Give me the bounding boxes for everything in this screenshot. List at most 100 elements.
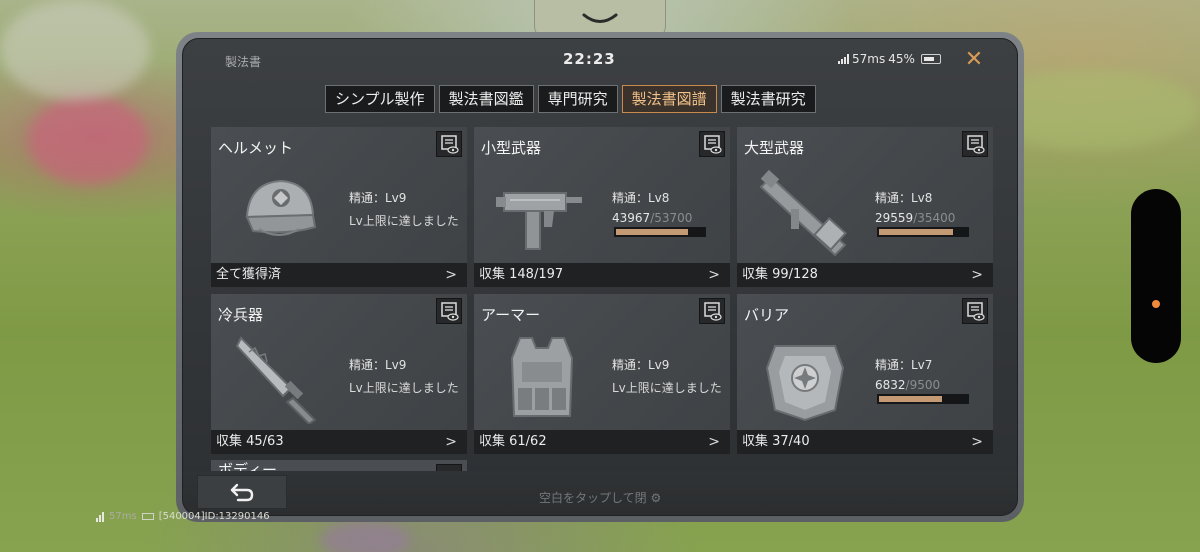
battery-icon [920, 54, 941, 64]
background-flowers [28, 95, 148, 185]
mastery-level: 精通：Lv8 [612, 191, 670, 205]
tab-specialized-research[interactable]: 専門研究 [537, 85, 618, 113]
category-card-small-weapons[interactable]: 小型武器 精通：Lv8 43967/53700 収集 148/197 > [474, 127, 730, 287]
ping-value: 57ms [852, 52, 886, 66]
category-card-helmet[interactable]: ヘルメット 精通：Lv9 Lv上限に達しました 全て獲得済 > [211, 127, 467, 287]
recipe-book-icon[interactable] [962, 298, 988, 324]
xp-current: 43967 [612, 211, 651, 225]
screen-title: 製法書 [225, 55, 262, 69]
chevron-right-icon: > [971, 267, 983, 283]
smg-icon [496, 192, 582, 250]
debug-ping: 57ms [109, 511, 137, 522]
collection-status: 収集 45/63 [216, 434, 284, 449]
tab-recipe-catalog[interactable]: 製法書図譜 [621, 85, 717, 113]
progress-fill [616, 229, 689, 235]
side-handle[interactable] [1131, 189, 1181, 363]
close-icon[interactable]: ✕ [961, 47, 987, 73]
level-max-notice: Lv上限に達しました [349, 381, 459, 395]
mastery-progress-bar [877, 394, 969, 404]
debug-overlay: 57ms [540004]ID:13290146 [96, 511, 270, 522]
collection-status: 収集 37/40 [742, 434, 810, 449]
chevron-down-icon [582, 13, 618, 23]
category-card-large-weapons[interactable]: 大型武器 精通：Lv8 29559/35400 収集 99/128 > [737, 127, 993, 287]
tap-hint-text: 空白をタップして閉 [539, 491, 647, 505]
armor-vest-icon [510, 337, 574, 417]
helmet-icon [245, 179, 317, 236]
battery-value: 45% [888, 52, 915, 66]
tab-simple-craft[interactable]: シンプル製作 [325, 85, 435, 113]
collection-status: 収集 99/128 [742, 267, 818, 282]
back-button[interactable] [197, 475, 287, 509]
category-card-barrier[interactable]: バリア 精通：Lv7 6832/9500 収集 37/40 > [737, 294, 993, 454]
tab-bar: シンプル製作 製法書図鑑 専門研究 製法書図譜 製法書研究 [325, 85, 816, 113]
signal-icon [838, 54, 849, 64]
clock: 22:23 [563, 50, 616, 68]
card-title: ヘルメット [218, 139, 294, 157]
mastery-level: 精通：Lv8 [875, 191, 933, 205]
barrier-icon [765, 345, 845, 422]
tab-recipe-research[interactable]: 製法書研究 [720, 85, 816, 113]
xp-current: 29559 [875, 211, 914, 225]
recipe-book-icon[interactable] [436, 298, 462, 324]
chevron-right-icon: > [971, 434, 983, 450]
collection-status: 全て獲得済 [216, 267, 282, 282]
recipe-book-icon[interactable] [699, 131, 725, 157]
xp-max: 53700 [654, 211, 693, 225]
card-footer[interactable]: 収集 45/63 > [211, 430, 467, 454]
mastery-xp: 29559/35400 [875, 211, 955, 225]
mastery-level: 精通：Lv9 [349, 358, 407, 372]
background-building [0, 0, 150, 100]
recipe-book-screen: 製法書 22:23 57ms 45% ✕ シンプル製作 製法書図鑑 専門研究 製… [182, 38, 1018, 516]
notification-dot [1152, 300, 1160, 308]
battery-icon [141, 513, 154, 520]
chevron-right-icon: > [445, 434, 457, 450]
bottom-bar: 空白をタップして閉 ⚙ [183, 471, 1017, 515]
network-status: 57ms 45% [838, 52, 941, 66]
progress-fill [879, 396, 943, 402]
mastery-xp: 6832/9500 [875, 378, 940, 392]
recipe-book-icon[interactable] [436, 131, 462, 157]
xp-max: 35400 [917, 211, 956, 225]
handheld-device-frame: 製法書 22:23 57ms 45% ✕ シンプル製作 製法書図鑑 専門研究 製… [176, 32, 1024, 522]
status-bar: 製法書 22:23 57ms 45% ✕ [183, 39, 1017, 79]
recipe-book-icon[interactable] [699, 298, 725, 324]
mastery-level: 精通：Lv9 [349, 191, 407, 205]
card-footer[interactable]: 収集 37/40 > [737, 430, 993, 454]
progress-fill [879, 229, 953, 235]
chevron-right-icon: > [708, 434, 720, 450]
mastery-level: 精通：Lv9 [612, 358, 670, 372]
category-card-armor[interactable]: アーマー 精通：Lv9 Lv上限に達しました 収集 61/62 > [474, 294, 730, 454]
card-footer[interactable]: 収集 148/197 > [474, 263, 730, 287]
card-footer[interactable]: 全て獲得済 > [211, 263, 467, 287]
launcher-icon [759, 169, 847, 257]
level-max-notice: Lv上限に達しました [349, 214, 459, 228]
xp-max: 9500 [909, 378, 941, 392]
card-title: 冷兵器 [218, 306, 264, 324]
mastery-xp: 43967/53700 [612, 211, 692, 225]
card-title: 小型武器 [481, 139, 542, 157]
background-flowerbed [320, 520, 410, 552]
chevron-right-icon: > [708, 267, 720, 283]
chevron-right-icon: > [445, 267, 457, 283]
mastery-progress-bar [614, 227, 706, 237]
recipe-book-icon[interactable] [962, 131, 988, 157]
card-footer[interactable]: 収集 61/62 > [474, 430, 730, 454]
debug-id: [540004]ID:13290146 [158, 511, 270, 522]
tap-to-close-hint[interactable]: 空白をタップして閉 ⚙ [539, 489, 661, 506]
mastery-level: 精通：Lv7 [875, 358, 933, 372]
xp-current: 6832 [875, 378, 906, 392]
card-footer[interactable]: 収集 99/128 > [737, 263, 993, 287]
collection-status: 収集 148/197 [479, 267, 564, 282]
signal-icon [96, 511, 104, 522]
card-title: 大型武器 [744, 139, 805, 157]
collection-status: 収集 61/62 [479, 434, 547, 449]
tab-recipe-encyclopedia[interactable]: 製法書図鑑 [438, 85, 534, 113]
back-arrow-icon [230, 483, 254, 502]
card-title: バリア [744, 306, 790, 324]
blade-icon [235, 336, 317, 424]
mastery-progress-bar [877, 227, 969, 237]
category-card-cold-weapons[interactable]: 冷兵器 精通：Lv9 Lv上限に達しました 収集 45/63 > [211, 294, 467, 454]
gear-icon: ⚙ [650, 491, 662, 505]
level-max-notice: Lv上限に達しました [612, 381, 722, 395]
card-title: アーマー [481, 306, 541, 324]
